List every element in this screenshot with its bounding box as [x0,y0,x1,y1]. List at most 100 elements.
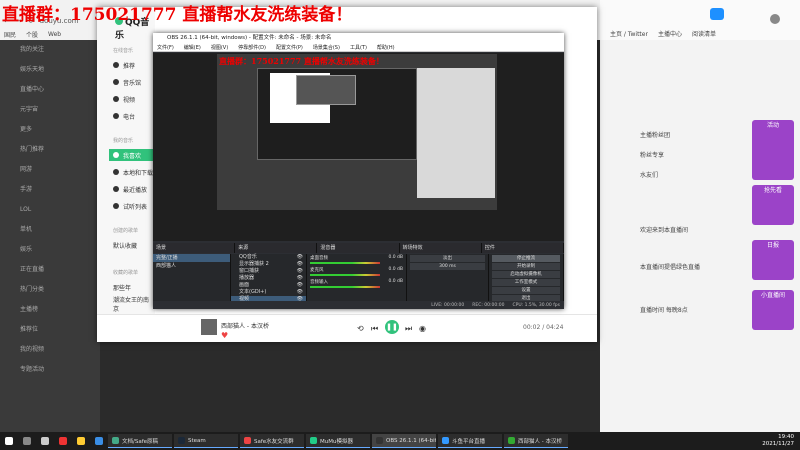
source-item[interactable]: 显示器捕获 2 👁 [231,261,306,268]
bilibili-icon[interactable] [710,8,724,20]
taskbar-app[interactable]: Safe水友交流群 [240,434,304,448]
control-button[interactable]: 启动虚拟摄像机 [492,271,560,278]
taskbar-app[interactable]: 西部猫人 - 本汉桥 [504,434,568,448]
sidebar-item[interactable]: 热门分类 [0,280,100,300]
obs-menu-item[interactable]: 配置文件(P) [276,44,303,51]
pause-button[interactable]: ❚❚ [385,320,399,334]
transition-duration[interactable]: 300 ms [410,263,485,270]
qq-playlist-item[interactable]: 默认收藏 [109,239,153,251]
obs-menu-item[interactable]: 工具(T) [350,44,367,51]
sidebar-item[interactable]: 专题活动 [0,360,100,380]
next-icon[interactable]: ⏭ [405,324,412,334]
dock-header: 场景 [153,243,236,253]
qq-nav-recent[interactable]: 最近播放 [109,183,153,195]
avatar[interactable] [770,14,780,24]
source-item[interactable]: 文本(GDI+) 👁 [231,289,306,296]
eye-icon[interactable]: 👁 [297,289,303,296]
taskbar-app[interactable]: OBS 26.1.1 (64-bit) [372,434,436,448]
control-button[interactable]: 开始录制 [492,263,560,270]
obs-menu-item[interactable]: 停靠部件(D) [238,44,266,51]
eye-icon[interactable]: 👁 [297,275,303,282]
taskbar-app[interactable]: 斗鱼平台直播 [438,434,502,448]
volume-icon[interactable]: ◉ [419,324,426,333]
task-view-icon[interactable] [41,437,49,445]
scene-item[interactable]: 完整/正播 [153,254,230,262]
obs-menu-item[interactable]: 编辑(E) [184,44,201,51]
obs-menu-item[interactable]: 帮助(H) [377,44,395,51]
dock-header: 来源 [235,243,318,253]
scene-item[interactable]: 西部猫人 [153,262,230,270]
bookmark-item[interactable]: 主页 / Twitter [610,29,648,38]
qq-nav-video[interactable]: 视频 [109,93,153,105]
control-button[interactable]: 设置 [492,287,560,294]
app-icon [178,437,185,444]
sidebar-item[interactable]: 我的关注 [0,40,100,60]
loop-icon[interactable]: ⟲ [357,324,364,333]
taskbar-app[interactable]: MuMu模拟器 [306,434,370,448]
qq-nav-radio[interactable]: 电台 [109,110,153,122]
promo-banner[interactable]: 小直播间 [752,290,794,330]
taskbar-app[interactable]: 文档/Safe原稿 [108,434,172,448]
promo-banner[interactable]: 活动 [752,120,794,180]
bookmark-item[interactable]: 国民 [4,30,16,39]
qq-nav-liked[interactable]: 我喜欢 [109,149,153,161]
source-item[interactable]: 播放器 👁 [231,275,306,282]
qq-nav-recommend[interactable]: 推荐 [109,59,153,71]
eye-icon[interactable]: 👁 [297,254,303,261]
douyu-sidebar: 我的关注 娱乐天地 直播中心 元宇宙 更多 热门推荐 网游 手游 LOL 单机 娱乐 正在直播 热门分类… [0,40,100,432]
source-item[interactable]: 画面 👁 [231,282,306,289]
like-icon[interactable]: ♥ [221,331,228,340]
qq-playlist-item[interactable]: 潮流女王的南京 [109,297,153,313]
obs-menu-item[interactable]: 文件(F) [157,44,174,51]
promo-banner[interactable]: 日报 [752,240,794,280]
qq-nav-local[interactable]: 本地和下载 [109,166,153,178]
volume-meter[interactable] [310,286,380,288]
sidebar-item[interactable]: 元宇宙 [0,100,100,120]
bookmark-item[interactable]: 个股 [26,30,38,39]
sidebar-item[interactable]: 更多 [0,120,100,140]
edge-icon[interactable] [95,437,103,445]
start-icon[interactable] [5,437,13,445]
prev-icon[interactable]: ⏮ [371,324,378,334]
eye-icon[interactable]: 👁 [297,268,303,275]
pinned-app-icon[interactable] [59,437,67,445]
bookmark-item[interactable]: 阅读清单 [692,29,716,38]
bookmark-item[interactable]: 主播中心 [658,29,682,38]
sidebar-item[interactable]: 手游 [0,180,100,200]
eye-icon[interactable]: 👁 [297,282,303,289]
sidebar-item[interactable]: 单机 [0,220,100,240]
transition-select[interactable]: 淡出 [410,255,485,262]
sidebar-item[interactable]: 推荐位 [0,320,100,340]
obs-menu-item[interactable]: 视图(V) [211,44,228,51]
promo-banner[interactable]: 抢先看 [752,185,794,225]
sidebar-item[interactable]: 主播榜 [0,300,100,320]
sidebar-item[interactable]: LOL [0,200,100,220]
sidebar-item[interactable]: 直播中心 [0,80,100,100]
taskbar-app-label: 文档/Safe原稿 [122,438,159,445]
search-icon[interactable] [23,437,31,445]
obs-preview[interactable]: 直播群：175021777 直播帮水友洗练装备！ [153,53,564,241]
control-button[interactable]: 停止推流 [492,255,560,262]
sidebar-item[interactable]: 热门推荐 [0,140,100,160]
volume-meter[interactable] [310,262,380,264]
source-item[interactable]: 窗口捕获 👁 [231,268,306,275]
album-cover[interactable] [201,319,217,335]
list-icon [113,203,119,209]
folder-icon[interactable] [77,437,85,445]
sidebar-item[interactable]: 我的视频 [0,340,100,360]
obs-menu-item[interactable]: 场景集合(S) [313,44,340,51]
eye-icon[interactable]: 👁 [297,261,303,268]
dock-header: 控件 [482,243,565,253]
control-button[interactable]: 工作室模式 [492,279,560,286]
sidebar-item[interactable]: 网游 [0,160,100,180]
qq-nav-trial[interactable]: 试听列表 [109,200,153,212]
qq-nav-music-hall[interactable]: 音乐馆 [109,76,153,88]
qq-playlist-item[interactable]: 那些年 [109,281,153,293]
volume-meter[interactable] [310,274,380,276]
sidebar-item[interactable]: 娱乐天地 [0,60,100,80]
taskbar-app[interactable]: Steam [174,434,238,448]
sidebar-item[interactable]: 娱乐 [0,240,100,260]
source-item[interactable]: QQ音乐 👁 [231,254,306,261]
bookmark-item[interactable]: Web [48,31,61,38]
sidebar-item[interactable]: 正在直播 [0,260,100,280]
